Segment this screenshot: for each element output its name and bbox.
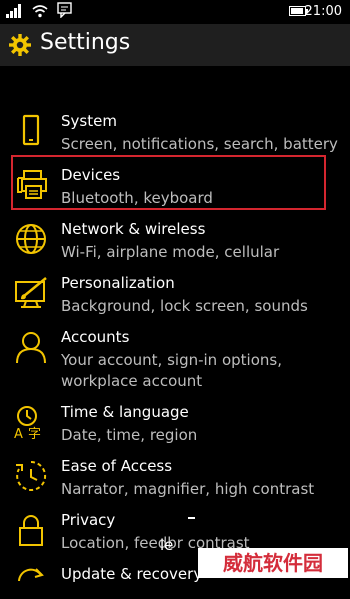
page-header: Settings	[0, 24, 350, 66]
settings-item-title: Privacy	[61, 511, 116, 529]
page-title: Settings	[40, 30, 131, 55]
settings-item-subtitle: Background, lock screen, sounds	[61, 297, 308, 315]
settings-item-title: Ease of Access	[61, 457, 173, 475]
settings-item-title: System	[61, 112, 117, 130]
status-bar: 21:00	[0, 0, 350, 24]
settings-item-subtitle: Date, time, region	[61, 426, 198, 444]
refresh-icon	[18, 568, 44, 582]
svg-text:字: 字	[28, 427, 41, 439]
watermark: 威航软件园	[198, 548, 348, 578]
settings-item-system[interactable]: System Screen, notifications, search, ba…	[0, 112, 350, 156]
settings-item-personalization[interactable]: Personalization Background, lock screen,…	[0, 274, 350, 318]
status-time: 21:00	[304, 4, 342, 19]
highlight-box	[11, 155, 326, 210]
settings-item-title: Personalization	[61, 274, 175, 292]
phone-icon	[22, 114, 40, 146]
settings-item-title: Update & recovery	[61, 565, 203, 583]
artifact-line	[188, 517, 195, 519]
settings-item-title: Network & wireless	[61, 220, 206, 238]
settings-item-accounts[interactable]: Accounts Your account, sign-in options, …	[0, 328, 350, 394]
wifi-icon	[32, 5, 48, 18]
globe-icon	[16, 224, 46, 254]
language-icon: A 字	[14, 406, 41, 439]
settings-item-ease-of-access[interactable]: Ease of Access Narrator, magnifier, high…	[0, 457, 350, 501]
gear-icon	[9, 34, 31, 56]
settings-item-title: Accounts	[61, 328, 130, 346]
paint-icon	[15, 277, 47, 308]
message-icon	[57, 2, 72, 18]
settings-item-time-language[interactable]: A 字 Time & language Date, time, region	[0, 403, 350, 447]
lock-icon	[19, 515, 43, 546]
timer-icon	[16, 460, 47, 491]
settings-item-network[interactable]: Network & wireless Wi-Fi, airplane mode,…	[0, 220, 350, 264]
settings-item-subtitle: Narrator, magnifier, high contrast	[61, 480, 315, 498]
svg-text:A: A	[14, 427, 23, 439]
person-icon	[16, 332, 46, 364]
signal-icon	[6, 4, 21, 18]
settings-item-subtitle: Your account, sign-in options, workplace…	[61, 351, 282, 390]
settings-item-subtitle: Wi-Fi, airplane mode, cellular	[61, 243, 280, 261]
settings-item-subtitle: Screen, notifications, search, battery	[61, 135, 338, 153]
artifact-text: le	[160, 536, 174, 554]
settings-item-title: Time & language	[61, 403, 189, 421]
